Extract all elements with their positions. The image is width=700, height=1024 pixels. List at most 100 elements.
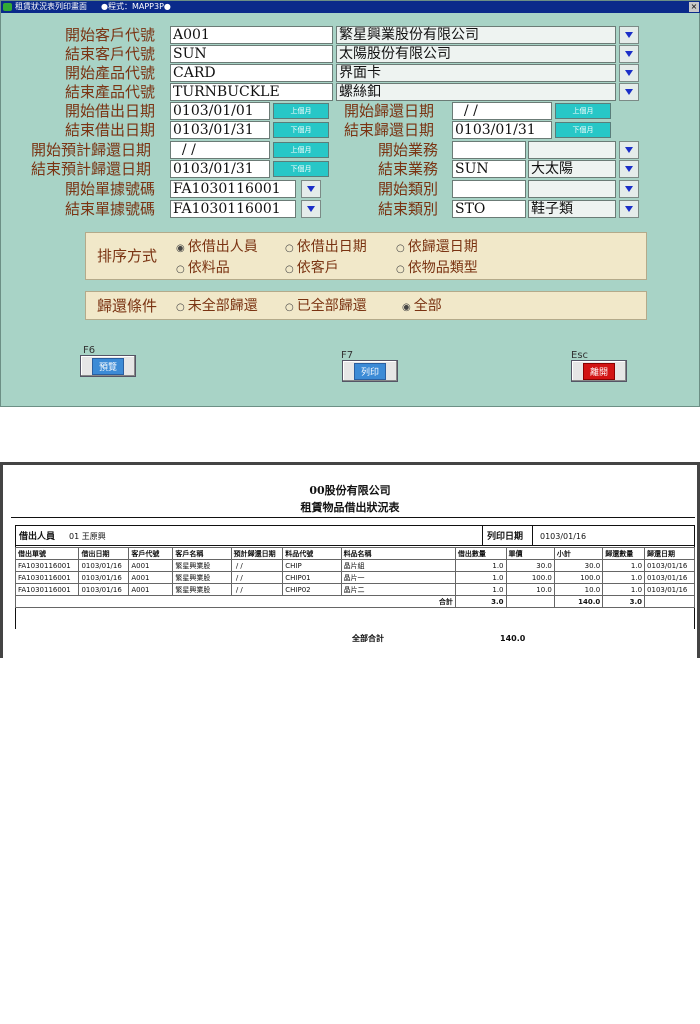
customer-end-label: 結束客戶代號 (65, 45, 156, 63)
sales-end-name: 大太陽 (528, 160, 616, 178)
cell: / / (230, 559, 284, 572)
program-id: ●程式：MAPP3P● (101, 2, 171, 11)
chevron-down-icon (625, 89, 633, 95)
table-header-row: 借出單號 借出日期 客戶代號 客戶名稱 預計歸還日期 料品代號 料品名稱 借出數… (14, 547, 695, 560)
chevron-down-icon (625, 206, 633, 212)
lend-start-input[interactable]: 0103/01/01 (170, 102, 270, 120)
cat-end-label: 結束類別 (378, 200, 439, 218)
col-header: 客戶代號 (128, 547, 174, 560)
cell (505, 595, 555, 608)
plan-end-label: 結束預計歸還日期 (31, 160, 152, 178)
chevron-down-icon (625, 32, 633, 38)
window-title: 租賃狀況表列印畫面 (15, 2, 87, 11)
sales-start-dropdown[interactable] (619, 141, 639, 159)
radio-icon: ○ (396, 264, 405, 275)
sort-option-3[interactable]: ○ 依料品 (176, 259, 230, 279)
cell: A001 (128, 559, 174, 572)
customer-end-code[interactable]: SUN (170, 45, 333, 63)
cell: 1.0 (454, 583, 507, 596)
doc-start-dropdown[interactable] (301, 180, 321, 198)
cell: 30.0 (505, 559, 555, 572)
radio-icon: ○ (285, 302, 294, 313)
return-end-label: 結束歸還日期 (344, 121, 435, 139)
return-end-next-month-button[interactable]: 下個月 (555, 122, 611, 138)
product-end-name: 螺絲釦 (336, 83, 616, 101)
return-cond-option-2[interactable]: ◉ 全部 (402, 297, 442, 317)
lend-end-input[interactable]: 0103/01/31 (170, 121, 270, 139)
cell: 繁星興業股 (172, 583, 232, 596)
sales-start-code[interactable] (452, 141, 526, 159)
close-icon[interactable]: × (689, 2, 699, 12)
col-header: 借出日期 (78, 547, 130, 560)
print-button[interactable]: 列印 (342, 360, 398, 382)
product-end-dropdown[interactable] (619, 83, 639, 101)
return-start-input[interactable]: / / (452, 102, 552, 120)
product-start-name: 界面卡 (336, 64, 616, 82)
customer-start-name: 繁星興業股份有限公司 (336, 26, 616, 44)
lend-end-label: 結束借出日期 (65, 121, 156, 139)
lender-label: 借出人員 (19, 532, 56, 542)
plan-start-prev-month-button[interactable]: 上個月 (273, 142, 329, 158)
sales-end-code[interactable]: SUN (452, 160, 526, 178)
return-cond-option-0[interactable]: ○ 未全部歸還 (176, 297, 258, 317)
cat-start-dropdown[interactable] (619, 180, 639, 198)
product-start-code[interactable]: CARD (170, 64, 333, 82)
return-end-input[interactable]: 0103/01/31 (452, 121, 552, 139)
doc-start-input[interactable]: FA1030116001 (170, 180, 296, 198)
radio-selected-icon: ◉ (176, 243, 185, 254)
report-preview: 00股份有限公司 租賃物品借出狀況表 借出人員 01 王原興 列印日期 0103… (0, 462, 700, 658)
sort-option-4[interactable]: ○ 依客戶 (285, 259, 339, 279)
lender-value: 01 王原興 (69, 532, 106, 541)
product-end-code[interactable]: TURNBUCKLE (170, 83, 333, 101)
cat-start-code[interactable] (452, 180, 526, 198)
customer-start-code[interactable]: A001 (170, 26, 333, 44)
sort-option-2[interactable]: ○ 依歸還日期 (396, 238, 478, 258)
plan-start-input[interactable]: / / (170, 141, 270, 159)
cell: 0103/01/16 (78, 583, 130, 596)
plan-end-input[interactable]: 0103/01/31 (170, 160, 270, 178)
lend-start-prev-month-button[interactable]: 上個月 (273, 103, 329, 119)
plan-end-next-month-button[interactable]: 下個月 (273, 161, 329, 177)
title-bar: 租賃狀況表列印畫面 ●程式：MAPP3P● × (1, 1, 700, 13)
cell: 10.0 (505, 583, 555, 596)
sort-option-0[interactable]: ◉ 依借出人員 (176, 238, 258, 258)
return-cond-option-1[interactable]: ○ 已全部歸還 (285, 297, 367, 317)
radio-icon: ○ (176, 264, 185, 275)
exit-button[interactable]: 離開 (571, 360, 627, 382)
sales-end-dropdown[interactable] (619, 160, 639, 178)
cell: FA1030116001 (14, 559, 80, 572)
preview-button[interactable]: 預覽 (80, 355, 136, 377)
table-row: FA1030116001 0103/01/16 A001 繁星興業股 / / C… (14, 559, 695, 572)
cell (644, 595, 695, 608)
report-table: 借出單號 借出日期 客戶代號 客戶名稱 預計歸還日期 料品代號 料品名稱 借出數… (14, 547, 695, 608)
return-start-prev-month-button[interactable]: 上個月 (555, 103, 611, 119)
cat-end-code[interactable]: STO (452, 200, 526, 218)
cell: FA1030116001 (14, 571, 80, 584)
sort-option-1[interactable]: ○ 依借出日期 (285, 238, 367, 258)
col-header: 借出單號 (14, 547, 80, 560)
product-start-label: 開始產品代號 (65, 64, 156, 82)
cat-end-dropdown[interactable] (619, 200, 639, 218)
customer-end-dropdown[interactable] (619, 45, 639, 63)
doc-end-dropdown[interactable] (301, 200, 321, 218)
divider (532, 525, 533, 545)
cell: 1.0 (602, 583, 646, 596)
customer-start-dropdown[interactable] (619, 26, 639, 44)
cell: CHIP01 (282, 571, 342, 584)
col-header: 客戶名稱 (172, 547, 232, 560)
product-start-dropdown[interactable] (619, 64, 639, 82)
doc-end-label: 結束單據號碼 (65, 200, 156, 218)
cell: 100.0 (553, 571, 604, 584)
sort-option-5[interactable]: ○ 依物品類型 (396, 259, 478, 279)
customer-start-label: 開始客戶代號 (65, 26, 156, 44)
subtotal-row: 合計 3.0 140.0 3.0 (15, 595, 695, 608)
cell: 100.0 (505, 571, 555, 584)
doc-end-input[interactable]: FA1030116001 (170, 200, 296, 218)
col-header: 預計歸還日期 (230, 547, 284, 560)
chevron-down-icon (625, 51, 633, 57)
cell: / / (230, 583, 284, 596)
col-header: 借出數量 (454, 547, 507, 560)
lend-end-next-month-button[interactable]: 下個月 (273, 122, 329, 138)
chevron-down-icon (625, 166, 633, 172)
cell: 1.0 (454, 559, 507, 572)
